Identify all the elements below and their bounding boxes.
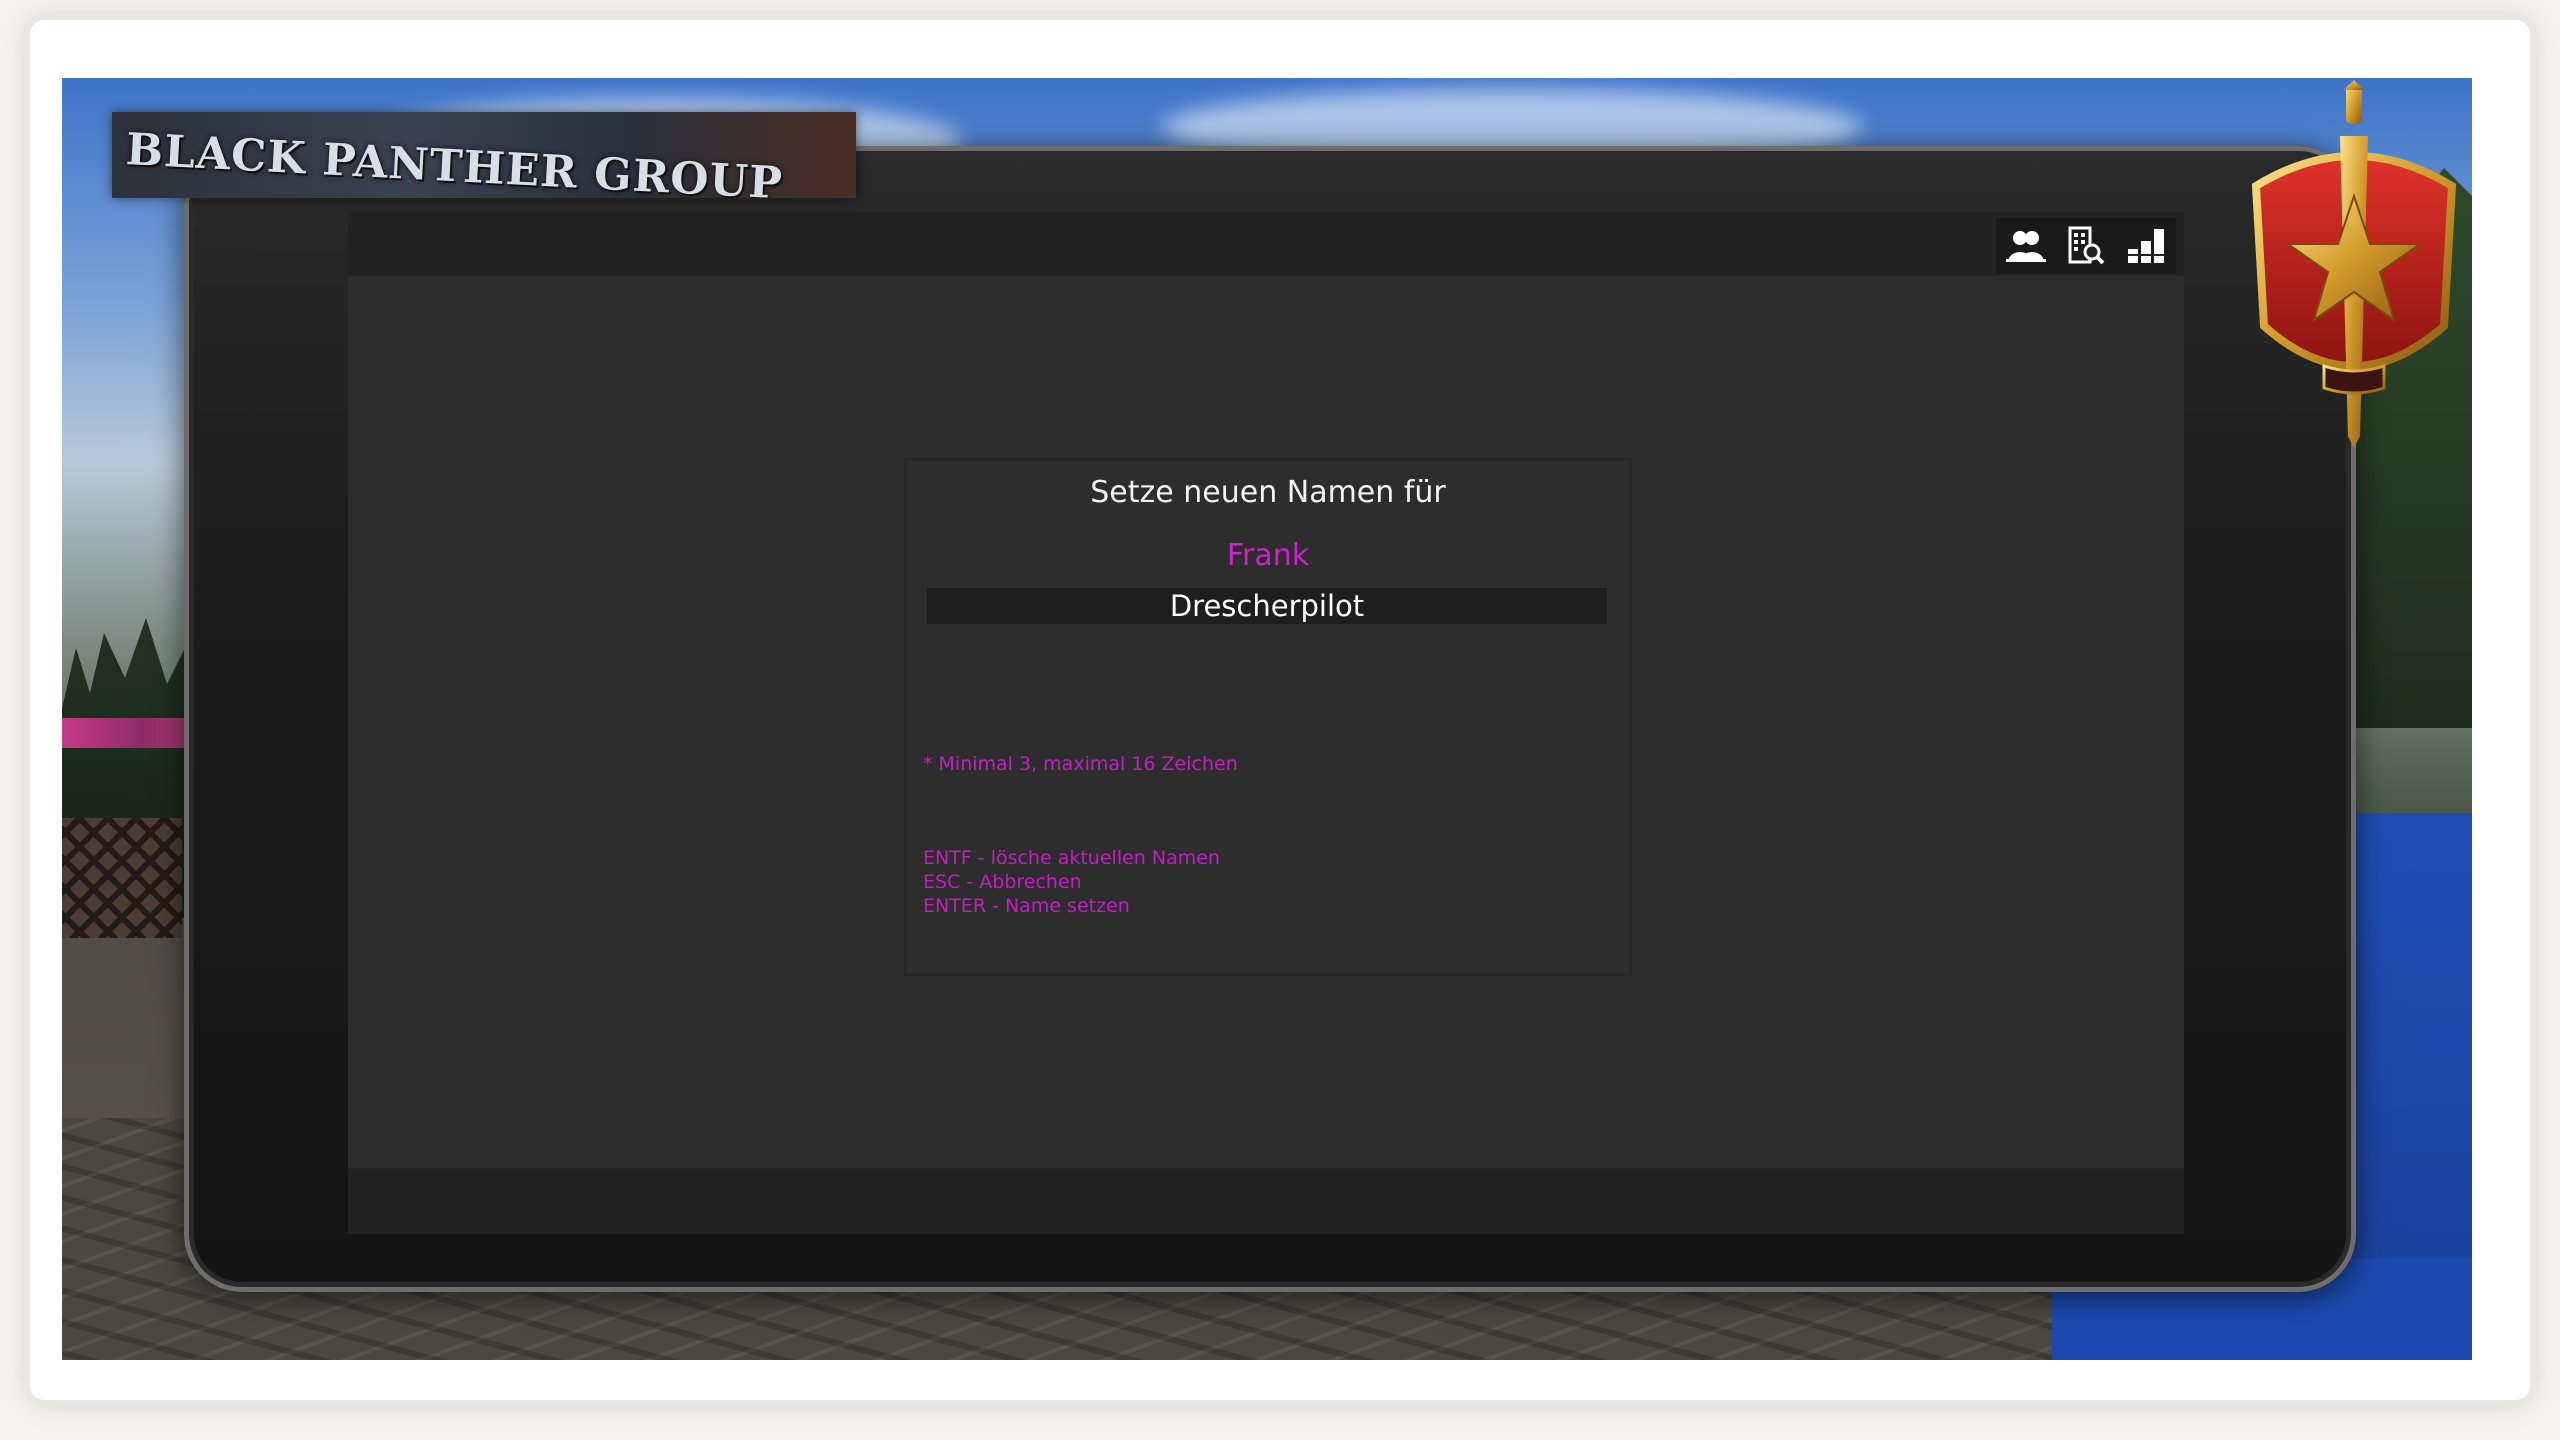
tablet-screen: Setze neuen Namen für Frank * Minimal 3,… bbox=[348, 212, 2184, 1234]
shortcut-enter: ENTER - Name setzen bbox=[923, 895, 1130, 917]
rename-dialog: Setze neuen Namen für Frank * Minimal 3,… bbox=[904, 458, 1632, 976]
length-hint: * Minimal 3, maximal 16 Zeichen bbox=[923, 753, 1238, 775]
player-name-label: Frank bbox=[1226, 538, 1310, 573]
group-logo-banner: BLACK PANTHER GROUP bbox=[112, 112, 856, 198]
shield-sword-emblem bbox=[2236, 76, 2472, 452]
name-input[interactable] bbox=[927, 588, 1607, 624]
topbar-icon-group bbox=[1996, 218, 2176, 274]
dialog-title: Setze neuen Namen für bbox=[1090, 475, 1446, 510]
screen-topbar bbox=[348, 212, 2184, 276]
buildings-icon[interactable] bbox=[2056, 218, 2116, 274]
shortcut-escape: ESC - Abbrechen bbox=[923, 871, 1082, 893]
group-logo-text: BLACK PANTHER GROUP bbox=[124, 124, 785, 198]
lattice-fence bbox=[62, 818, 182, 938]
statistics-icon[interactable] bbox=[2116, 218, 2176, 274]
screenshot-stage: Setze neuen Namen für Frank * Minimal 3,… bbox=[0, 0, 2560, 1440]
players-icon[interactable] bbox=[1996, 218, 2056, 274]
screen-bottombar bbox=[348, 1168, 2184, 1234]
shortcut-delete: ENTF - lösche aktuellen Namen bbox=[923, 847, 1220, 869]
